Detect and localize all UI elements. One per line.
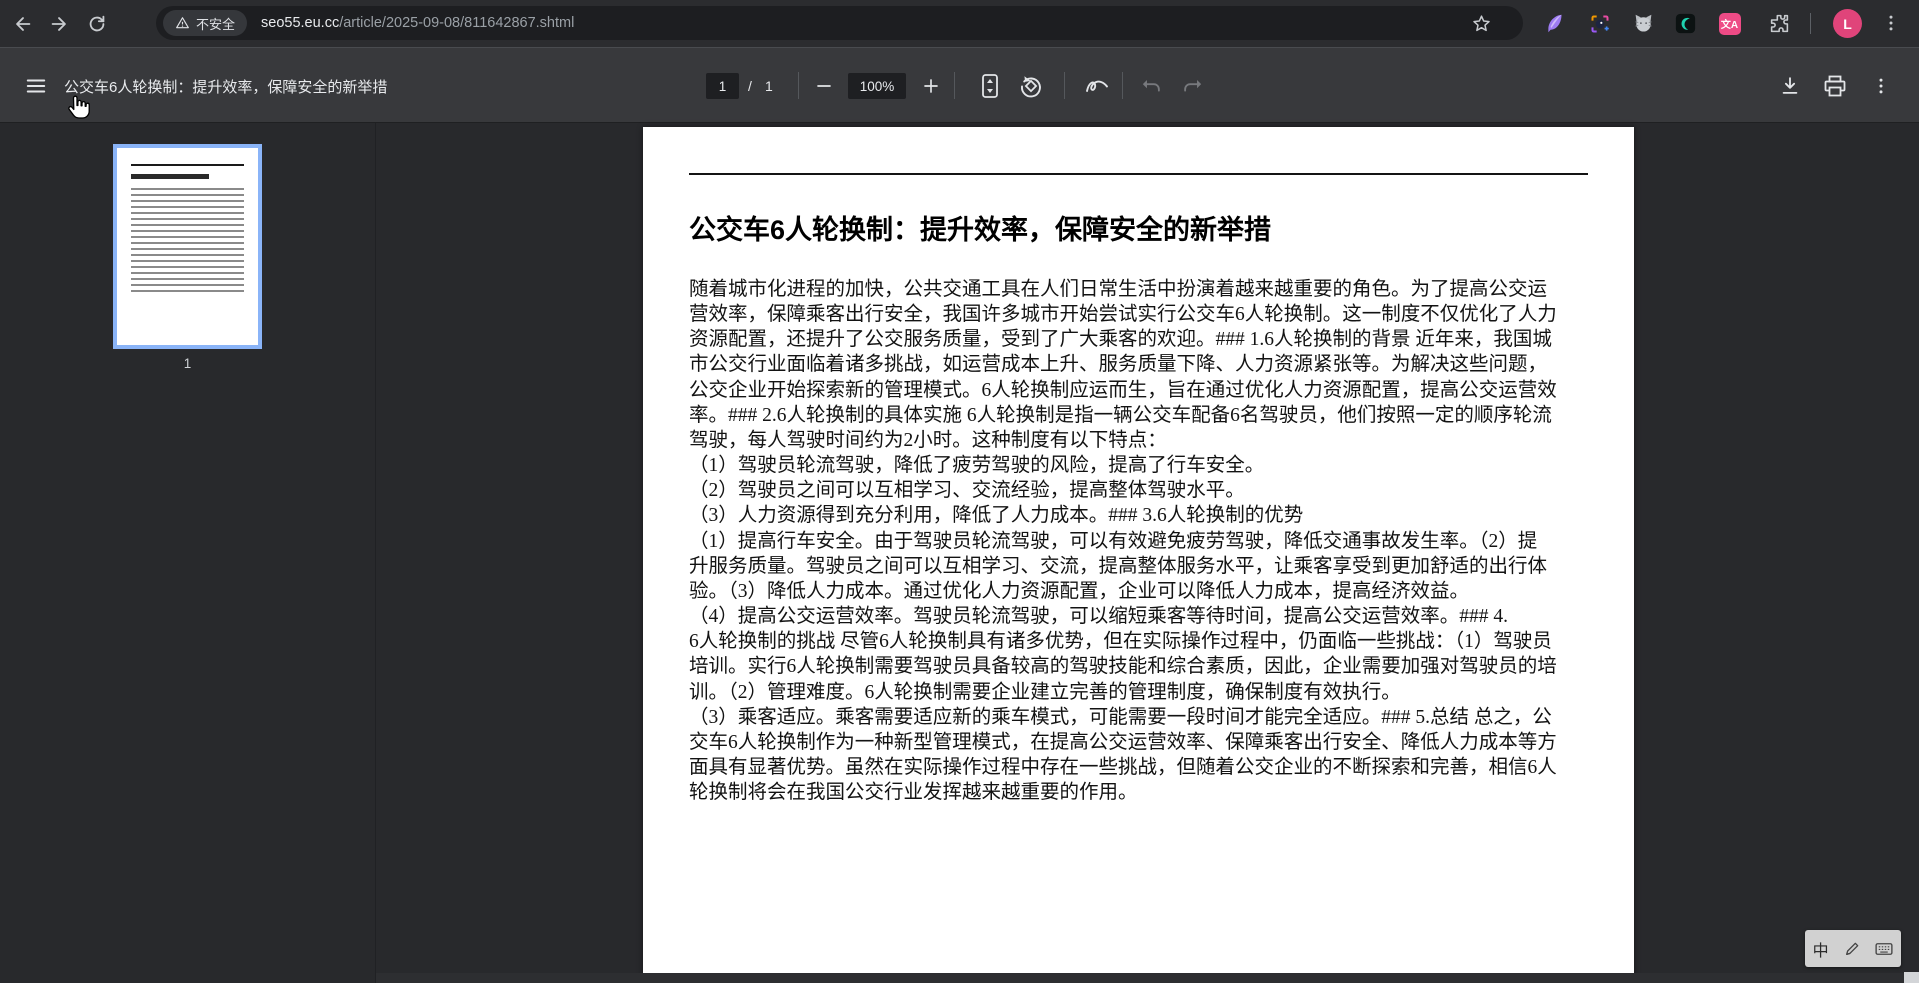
- toolbar-separator: [1064, 72, 1065, 99]
- fit-to-page-button[interactable]: [976, 71, 1004, 101]
- screenshot-icon: [1590, 14, 1610, 34]
- forward-button[interactable]: [47, 12, 71, 36]
- translate-badge-text: 文A: [1720, 20, 1739, 31]
- pdf-menu-button[interactable]: [22, 72, 50, 100]
- document-top-rule: [689, 173, 1588, 175]
- ime-pen-icon[interactable]: [1844, 941, 1860, 957]
- avatar-initial: L: [1843, 15, 1852, 32]
- puzzle-icon: [1769, 13, 1790, 34]
- page-number-value: 1: [718, 78, 727, 94]
- undo-icon: [1141, 75, 1163, 97]
- sidebar-divider[interactable]: [375, 123, 376, 983]
- toolbar-divider: [1810, 13, 1811, 34]
- cat-icon: [1633, 13, 1654, 34]
- download-icon: [1779, 75, 1801, 97]
- minus-icon: [815, 77, 833, 95]
- zoom-level-value: 100%: [859, 78, 895, 94]
- extensions-menu-button[interactable]: [1766, 10, 1793, 37]
- rotate-icon: [1018, 73, 1044, 99]
- quill-extension-button[interactable]: [1541, 10, 1568, 37]
- thumbnail-text: [131, 188, 244, 296]
- security-chip[interactable]: 不安全: [163, 10, 248, 36]
- rotate-button[interactable]: [1016, 71, 1046, 101]
- kebab-icon: [1871, 76, 1891, 96]
- url-text: seo55.eu.cc/article/2025-09-08/811642867…: [261, 15, 574, 31]
- profile-avatar[interactable]: L: [1833, 9, 1862, 38]
- cat-extension-button[interactable]: [1630, 10, 1657, 37]
- ime-mode-indicator[interactable]: 中: [1813, 937, 1829, 961]
- ime-toolbar[interactable]: 中: [1805, 930, 1901, 967]
- back-icon: [12, 13, 34, 35]
- annotate-button[interactable]: [1082, 72, 1112, 100]
- zoom-out-button[interactable]: [810, 72, 838, 100]
- pdf-toolbar: 公交车6人轮换制：提升效率，保障安全的新举措 1 / 1 100%: [0, 48, 1919, 123]
- reload-button[interactable]: [85, 12, 109, 36]
- thumbnail-title: [131, 174, 209, 179]
- undo-button[interactable]: [1138, 72, 1166, 100]
- hamburger-icon: [25, 75, 47, 97]
- browser-menu-button[interactable]: [1880, 12, 1902, 34]
- translate-icon: 文A: [1718, 12, 1741, 35]
- ime-keyboard-icon[interactable]: [1875, 941, 1893, 957]
- toolbar-separator: [798, 72, 799, 99]
- toolbar-separator: [954, 72, 955, 99]
- pdf-document-title: 公交车6人轮换制：提升效率，保障安全的新举措: [64, 79, 388, 96]
- warning-icon: [175, 16, 190, 30]
- redo-icon: [1181, 75, 1203, 97]
- url-path: /article/2025-09-08/811642867.shtml: [339, 15, 575, 31]
- annotate-squiggle-icon: [1084, 74, 1110, 98]
- pdf-content-area: 1 公交车6人轮换制：提升效率，保障安全的新举措 随着城市化进程的加快，公共交通…: [0, 123, 1919, 983]
- fit-page-icon: [980, 73, 1000, 99]
- dark-extension-button[interactable]: [1672, 10, 1699, 37]
- page-count-total: 1: [765, 78, 773, 94]
- translate-extension-button[interactable]: 文A: [1716, 10, 1743, 37]
- star-icon: [1471, 13, 1492, 34]
- reload-icon: [86, 13, 108, 35]
- screen: 不安全 seo55.eu.cc/article/2025-09-08/81164…: [0, 0, 1919, 983]
- bookmark-button[interactable]: [1469, 11, 1493, 35]
- page-number-input[interactable]: 1: [706, 73, 739, 99]
- pdf-more-options-button[interactable]: [1868, 72, 1894, 100]
- kebab-icon: [1881, 13, 1901, 33]
- zoom-level-display: 100%: [848, 73, 906, 99]
- document-body: 随着城市化进程的加快，公共交通工具在人们日常生活中扮演着越来越重要的角色。为了提…: [689, 279, 1557, 804]
- plus-icon: [922, 77, 940, 95]
- url-domain: seo55.eu.cc: [261, 15, 340, 31]
- browser-toolbar: 不安全 seo55.eu.cc/article/2025-09-08/81164…: [0, 0, 1919, 47]
- horizontal-scrollbar[interactable]: [376, 973, 1919, 983]
- pdf-page: 公交车6人轮换制：提升效率，保障安全的新举措 随着城市化进程的加快，公共交通工具…: [643, 127, 1634, 983]
- dark-app-icon: [1675, 13, 1696, 34]
- address-bar[interactable]: 不安全 seo55.eu.cc/article/2025-09-08/81164…: [156, 6, 1523, 40]
- print-button[interactable]: [1820, 72, 1850, 100]
- document-title: 公交车6人轮换制：提升效率，保障安全的新举措: [689, 215, 1272, 245]
- download-button[interactable]: [1776, 72, 1804, 100]
- page-count-separator: /: [748, 78, 752, 94]
- print-icon: [1823, 74, 1847, 98]
- redo-button[interactable]: [1178, 72, 1206, 100]
- thumbnail-page-number: 1: [183, 356, 192, 371]
- thumbnail-rule: [131, 164, 244, 166]
- scrollbar-corner: [1904, 972, 1919, 983]
- toolbar-separator: [1122, 72, 1123, 99]
- forward-icon: [48, 13, 70, 35]
- zoom-in-button[interactable]: [917, 72, 945, 100]
- screenshot-extension-button[interactable]: [1586, 10, 1613, 37]
- back-button[interactable]: [11, 12, 35, 36]
- page-1-thumbnail[interactable]: [113, 144, 262, 349]
- security-label: 不安全: [196, 16, 236, 32]
- quill-icon: [1544, 13, 1565, 34]
